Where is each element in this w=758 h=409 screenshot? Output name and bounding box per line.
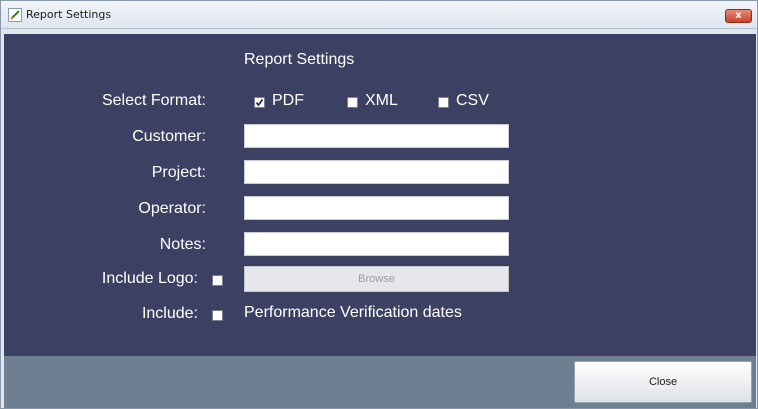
browse-button[interactable]: Browse: [244, 266, 509, 292]
include-perf-checkbox[interactable]: [212, 310, 223, 321]
notes-field[interactable]: [244, 232, 509, 256]
settings-panel: Report Settings Select Format: PDF XML C…: [4, 34, 756, 356]
performance-verification-label: Performance Verification dates: [244, 304, 462, 321]
report-pencil-icon: [8, 8, 22, 22]
csv-label: CSV: [456, 92, 489, 109]
close-button[interactable]: Close: [574, 361, 752, 403]
include-logo-checkbox[interactable]: [212, 275, 223, 286]
footer-bar: Close: [4, 356, 756, 408]
pdf-checkbox[interactable]: [254, 97, 265, 108]
customer-field[interactable]: [244, 124, 509, 148]
xml-label: XML: [365, 92, 398, 109]
customer-label: Customer:: [132, 128, 206, 145]
include-label: Include:: [141, 305, 198, 322]
title-bar: Report Settings x: [1, 1, 757, 29]
report-settings-window: Report Settings x Report Settings Select…: [0, 0, 758, 409]
project-label: Project:: [151, 164, 206, 181]
include-logo-label: Include Logo:: [101, 270, 198, 287]
window-close-button[interactable]: x: [725, 9, 752, 23]
xml-checkbox[interactable]: [347, 97, 358, 108]
csv-checkbox[interactable]: [438, 97, 449, 108]
select-format-label: Select Format:: [101, 92, 206, 109]
form-heading: Report Settings: [244, 51, 355, 68]
notes-label: Notes:: [159, 236, 206, 253]
project-field[interactable]: [244, 160, 509, 184]
pdf-label: PDF: [272, 92, 304, 109]
operator-label: Operator:: [138, 200, 206, 217]
window-title: Report Settings: [26, 8, 112, 21]
operator-field[interactable]: [244, 196, 509, 220]
